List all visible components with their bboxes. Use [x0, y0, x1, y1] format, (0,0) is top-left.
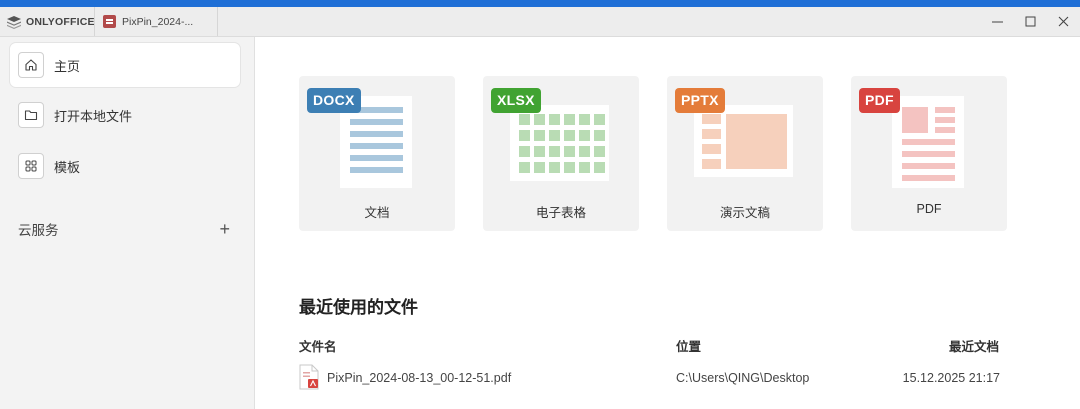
- templates-icon: [18, 153, 44, 179]
- card-label: 电子表格: [535, 206, 586, 220]
- docx-badge: DOCX: [307, 88, 361, 113]
- title-bar: ONLYOFFICE PixPin_2024-...: [0, 7, 1080, 37]
- pptx-badge: PPTX: [675, 88, 725, 113]
- tab-label: PixPin_2024-...: [122, 15, 194, 28]
- close-button[interactable]: [1047, 7, 1080, 36]
- minimize-icon: [992, 21, 1003, 23]
- card-label: PDF: [916, 202, 942, 216]
- app-logo[interactable]: ONLYOFFICE: [7, 14, 95, 30]
- table-row[interactable]: PixPin_2024-08-13_00-12-51.pdf C:\Users\…: [299, 362, 1000, 392]
- create-pdf-card[interactable]: PDF PDF: [851, 76, 1007, 231]
- sidebar-item-label: 主页: [54, 58, 81, 74]
- create-spreadsheet-card[interactable]: XLSX 电子表格: [483, 76, 639, 231]
- home-icon: [18, 52, 44, 78]
- column-header-location[interactable]: 位置: [676, 336, 701, 355]
- main-panel: DOCX 文档 XLSX 电子表格 PPTX 演示文稿 PDF PDF 最近使用…: [255, 37, 1080, 409]
- maximize-button[interactable]: [1014, 7, 1047, 36]
- cloud-services-label: 云服务: [18, 223, 59, 238]
- pdf-badge: PDF: [859, 88, 900, 113]
- file-name: PixPin_2024-08-13_00-12-51.pdf: [327, 371, 512, 385]
- folder-icon: [18, 102, 44, 128]
- column-header-date[interactable]: 最近文档: [949, 336, 999, 355]
- sidebar-item-home[interactable]: 主页: [10, 43, 240, 87]
- desktop-strip: [0, 0, 1080, 7]
- sidebar: 主页 打开本地文件 模板 云服务 +: [0, 37, 255, 409]
- card-label: 演示文稿: [719, 206, 770, 220]
- add-cloud-button[interactable]: +: [219, 220, 230, 238]
- onlyoffice-logo-icon: [7, 15, 21, 29]
- pdf-file-icon: [299, 364, 319, 390]
- pdf-tab-icon: [103, 15, 116, 28]
- create-presentation-card[interactable]: PPTX 演示文稿: [667, 76, 823, 231]
- app-name: ONLYOFFICE: [26, 16, 95, 28]
- card-label: 文档: [364, 206, 390, 220]
- recent-files-title: 最近使用的文件: [299, 298, 418, 317]
- maximize-icon: [1025, 16, 1036, 27]
- file-date: 15.12.2025 21:17: [902, 371, 1000, 385]
- sidebar-item-label: 打开本地文件: [54, 108, 133, 124]
- sidebar-item-templates[interactable]: 模板: [10, 144, 240, 188]
- sidebar-item-open-local[interactable]: 打开本地文件: [10, 93, 240, 137]
- xlsx-badge: XLSX: [491, 88, 541, 113]
- document-tab[interactable]: PixPin_2024-...: [94, 7, 218, 36]
- column-header-name[interactable]: 文件名: [299, 336, 337, 355]
- minimize-button[interactable]: [981, 7, 1014, 36]
- window-controls: [981, 7, 1080, 36]
- create-document-card[interactable]: DOCX 文档: [299, 76, 455, 231]
- sidebar-item-label: 模板: [54, 159, 81, 175]
- file-location: C:\Users\QING\Desktop: [676, 371, 810, 385]
- cloud-services-header: 云服务 +: [18, 219, 230, 239]
- close-icon: [1058, 16, 1069, 27]
